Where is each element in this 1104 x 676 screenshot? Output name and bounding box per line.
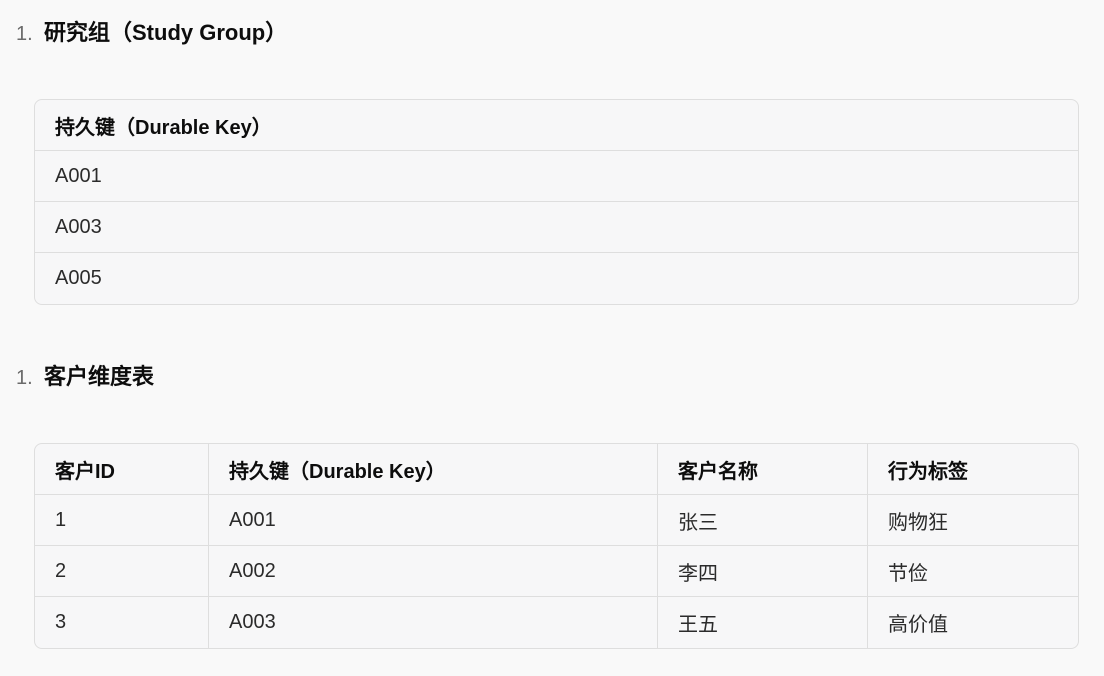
section-heading-customer-dimension: 1. 客户维度表 — [16, 362, 154, 393]
table-cell: A003 — [35, 202, 1078, 253]
table-cell: 高价值 — [867, 597, 1078, 648]
table-row: 1 A001 张三 购物狂 — [35, 495, 1078, 546]
table-row: 3 A003 王五 高价值 — [35, 597, 1078, 648]
table-row: 2 A002 李四 节俭 — [35, 546, 1078, 597]
table-row: A003 — [35, 202, 1078, 253]
column-header-customer-id: 客户ID — [35, 444, 208, 495]
table-cell: A003 — [208, 597, 657, 648]
table-row: A005 — [35, 253, 1078, 304]
column-header-customer-name: 客户名称 — [657, 444, 867, 495]
table-cell: A002 — [208, 546, 657, 597]
table-header-row: 持久键（Durable Key） — [35, 100, 1078, 151]
column-header-durable-key: 持久键（Durable Key） — [208, 444, 657, 495]
column-header-behavior-tag: 行为标签 — [867, 444, 1078, 495]
table-cell: A001 — [208, 495, 657, 546]
section-heading-study-group: 1. 研究组（Study Group） — [16, 18, 287, 49]
section-title: 研究组（Study Group） — [44, 20, 288, 45]
table-cell: 节俭 — [867, 546, 1078, 597]
customer-dimension-table: 客户ID 持久键（Durable Key） 客户名称 行为标签 1 A001 张… — [34, 443, 1079, 649]
section-title: 客户维度表 — [44, 364, 155, 389]
table-cell: 王五 — [657, 597, 867, 648]
table-row: A001 — [35, 151, 1078, 202]
table-cell: 1 — [35, 495, 208, 546]
list-number: 1. — [16, 367, 33, 389]
table-cell: 张三 — [657, 495, 867, 546]
table-header-row: 客户ID 持久键（Durable Key） 客户名称 行为标签 — [35, 444, 1078, 495]
table-cell: 李四 — [657, 546, 867, 597]
table-cell: 2 — [35, 546, 208, 597]
table-cell: A001 — [35, 151, 1078, 202]
table-cell: 购物狂 — [867, 495, 1078, 546]
study-group-table: 持久键（Durable Key） A001 A003 A005 — [34, 99, 1079, 305]
table-cell: 3 — [55, 611, 67, 633]
list-number: 1. — [16, 23, 33, 45]
table-cell: A005 — [55, 267, 102, 289]
column-header-durable-key: 持久键（Durable Key） — [35, 100, 1078, 151]
